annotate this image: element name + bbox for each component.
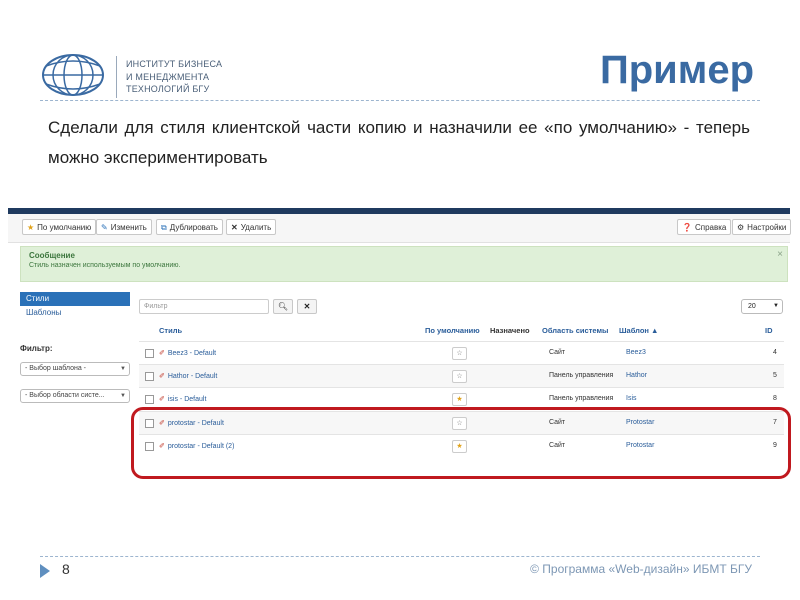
message-banner: Сообщение Стиль назначен используемым по… bbox=[20, 246, 788, 282]
style-link[interactable]: ✐ Beez3 - Default bbox=[159, 349, 216, 357]
template-link[interactable]: Isis bbox=[626, 395, 637, 402]
template-link[interactable]: Beez3 bbox=[626, 349, 646, 356]
template-link[interactable]: Hathor bbox=[626, 372, 647, 379]
id-cell: 5 bbox=[773, 372, 777, 379]
clear-search-button[interactable]: ✕ bbox=[297, 299, 317, 314]
paint-icon: ✐ bbox=[159, 373, 165, 380]
style-name: Hathor - Default bbox=[167, 373, 218, 380]
default-star-toggle[interactable]: ★ bbox=[452, 393, 467, 406]
help-button[interactable]: ❓ Справка bbox=[677, 219, 732, 235]
highlight-frame bbox=[131, 407, 791, 479]
logo-line-1: ИНСТИТУТ БИЗНЕСА bbox=[126, 59, 223, 69]
star-icon: ★ bbox=[27, 223, 35, 232]
duplicate-label: Дублировать bbox=[169, 223, 218, 232]
column-header-assigned: Назначено bbox=[490, 326, 530, 335]
edit-icon: ✎ bbox=[101, 223, 108, 232]
logo-line-3: ТЕХНОЛОГИЙ БГУ bbox=[126, 84, 210, 94]
row-checkbox[interactable] bbox=[145, 349, 154, 358]
edit-button[interactable]: ✎ Изменить bbox=[96, 219, 152, 235]
row-checkbox[interactable] bbox=[145, 395, 154, 404]
id-cell: 4 bbox=[773, 349, 777, 356]
sidebar-item-styles[interactable]: Стили bbox=[20, 292, 130, 306]
close-icon: ✕ bbox=[303, 302, 311, 311]
template-select-value: - Выбор шаблона - bbox=[25, 365, 87, 372]
paint-icon: ✐ bbox=[159, 350, 165, 357]
logo-line-2: И МЕНЕДЖМЕНТА bbox=[126, 71, 210, 82]
delete-button[interactable]: ✕ Удалить bbox=[226, 219, 277, 235]
default-star-toggle[interactable]: ☆ bbox=[452, 347, 467, 360]
institute-logo-icon bbox=[42, 54, 104, 96]
message-title: Сообщение bbox=[29, 251, 75, 260]
slide-body-text: Сделали для стиля клиентской части копию… bbox=[48, 118, 750, 167]
area-cell: Сайт bbox=[549, 349, 566, 356]
search-input[interactable]: Фильтр bbox=[139, 299, 269, 314]
help-label: Справка bbox=[694, 223, 727, 232]
table-row: ✐ Hathor - Default ☆ Панель управления Ha… bbox=[139, 364, 784, 388]
column-header-template[interactable]: Шаблон ▲ bbox=[619, 326, 658, 335]
filter-label: Фильтр: bbox=[20, 344, 53, 353]
edit-label: Изменить bbox=[110, 223, 147, 232]
style-name: Beez3 - Default bbox=[167, 350, 217, 357]
style-link[interactable]: ✐ Hathor - Default bbox=[159, 372, 217, 380]
logo-text: ИНСТИТУТ БИЗНЕСА И МЕНЕДЖМЕНТА ТЕХНОЛОГИ… bbox=[126, 58, 222, 96]
copyright-text: © Программа «Web-дизайн» ИБМТ БГУ bbox=[530, 562, 752, 576]
logo-divider bbox=[116, 56, 117, 98]
area-select-value: - Выбор области систе... bbox=[25, 392, 105, 399]
copy-icon: ⧉ bbox=[161, 223, 167, 232]
sidebar-item-templates[interactable]: Шаблоны bbox=[26, 308, 61, 317]
header-divider bbox=[40, 100, 760, 101]
message-text: Стиль назначен используемым по умолчанию… bbox=[29, 262, 181, 269]
set-default-button[interactable]: ★ По умолчанию bbox=[22, 219, 97, 235]
close-message-icon[interactable]: × bbox=[777, 249, 783, 260]
default-star-toggle[interactable]: ☆ bbox=[452, 370, 467, 383]
column-header-default[interactable]: По умолчанию bbox=[425, 326, 480, 335]
duplicate-button[interactable]: ⧉ Дублировать bbox=[156, 219, 223, 235]
list-limit-select[interactable]: 20 ▼ bbox=[741, 299, 783, 314]
column-header-area[interactable]: Область системы bbox=[542, 326, 608, 335]
area-cell: Панель управления bbox=[549, 395, 614, 402]
toolbar: ★ По умолчанию ✎ Изменить ⧉ Дублировать ✕ Уд… bbox=[8, 214, 792, 243]
search-icon: 🔍︎ bbox=[277, 302, 289, 311]
delete-label: Удалить bbox=[240, 223, 272, 232]
table-row: ✐ Beez3 - Default ☆ Сайт Beez3 4 bbox=[139, 341, 784, 365]
area-select[interactable]: - Выбор области систе... ▼ bbox=[20, 389, 130, 403]
chevron-down-icon: ▼ bbox=[120, 366, 126, 372]
settings-label: Настройки bbox=[747, 223, 787, 232]
gear-icon: ⚙ bbox=[737, 223, 745, 232]
row-checkbox[interactable] bbox=[145, 372, 154, 381]
area-cell: Панель управления bbox=[549, 372, 614, 379]
slide-title: Пример bbox=[599, 48, 754, 92]
chevron-down-icon: ▼ bbox=[773, 303, 779, 309]
template-select[interactable]: - Выбор шаблона - ▼ bbox=[20, 362, 130, 376]
column-header-id[interactable]: ID bbox=[765, 326, 773, 335]
list-limit-value: 20 bbox=[748, 303, 756, 310]
id-cell: 8 bbox=[773, 395, 777, 402]
settings-button[interactable]: ⚙ Настройки bbox=[732, 219, 792, 235]
paint-icon: ✐ bbox=[159, 396, 165, 403]
arrow-right-icon bbox=[40, 564, 50, 578]
set-default-label: По умолчанию bbox=[37, 223, 92, 232]
help-icon: ❓ bbox=[682, 223, 692, 232]
footer-divider bbox=[40, 556, 760, 557]
close-icon: ✕ bbox=[231, 223, 238, 232]
search-button[interactable]: 🔍︎ bbox=[273, 299, 293, 314]
column-header-style[interactable]: Стиль bbox=[159, 326, 182, 335]
page-number: 8 bbox=[62, 561, 70, 577]
chevron-down-icon: ▼ bbox=[120, 393, 126, 399]
style-name: isis - Default bbox=[167, 396, 207, 403]
style-link[interactable]: ✐ isis - Default bbox=[159, 395, 206, 403]
